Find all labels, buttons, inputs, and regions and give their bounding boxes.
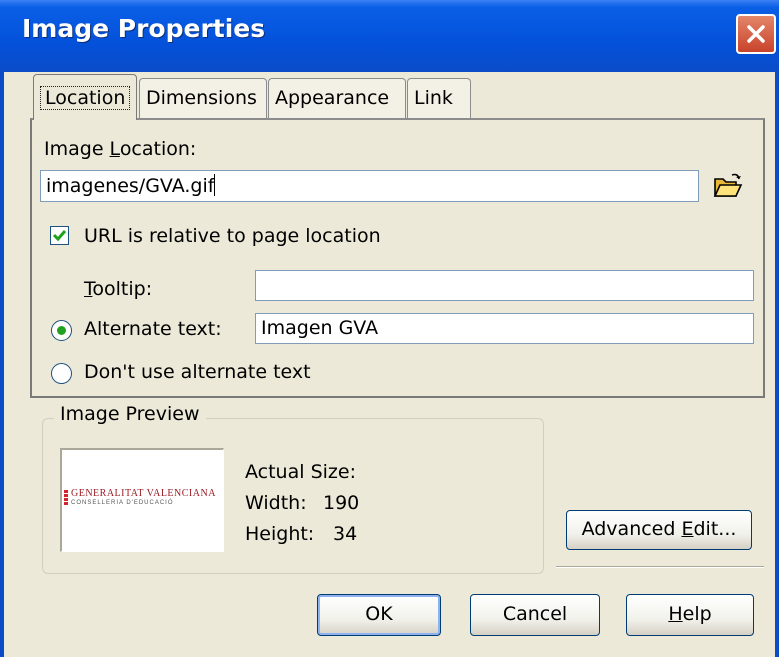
checkmark-icon <box>52 230 67 242</box>
image-location-input[interactable]: imagenes/GVA.gif <box>40 170 699 202</box>
no-alt-text-label: Don't use alternate text <box>84 361 311 383</box>
tab-location[interactable]: Location <box>33 74 137 120</box>
logo-text-bottom: CONSELLERIA D'EDUCACIÓ <box>71 500 174 506</box>
close-button[interactable] <box>736 14 776 54</box>
help-button[interactable]: Help <box>626 594 754 636</box>
separator-line <box>556 566 764 568</box>
tab-dimensions[interactable]: Dimensions <box>139 78 267 118</box>
tab-dimensions-label: Dimensions <box>146 87 257 109</box>
tooltip-label: Tooltip: <box>84 278 153 300</box>
alt-text-label: Alternate text: <box>84 318 222 340</box>
alt-text-radio[interactable] <box>51 320 72 341</box>
open-folder-icon <box>713 173 743 197</box>
actual-size-label: Actual Size: <box>245 461 356 483</box>
image-location-value: imagenes/GVA.gif <box>46 175 215 197</box>
window-title: Image Properties <box>22 14 266 43</box>
tab-appearance-label: Appearance <box>275 87 390 109</box>
ok-button[interactable]: OK <box>317 594 441 636</box>
close-icon <box>747 25 765 43</box>
relative-url-label: URL is relative to page location <box>84 225 381 247</box>
width-label: Width: <box>245 492 307 514</box>
tab-location-label: Location <box>40 86 131 110</box>
title-bar[interactable]: Image Properties <box>0 0 779 72</box>
location-tab-panel <box>30 118 765 398</box>
preview-logo: GENERALITAT VALENCIANA CONSELLERIA D'EDU… <box>64 488 222 512</box>
cancel-button[interactable]: Cancel <box>470 594 600 636</box>
image-properties-dialog: Image Properties Location Dimensions App… <box>0 0 779 657</box>
window-frame-left <box>0 72 4 657</box>
browse-button[interactable] <box>712 170 744 207</box>
advanced-edit-button[interactable]: Advanced Edit... <box>566 510 752 550</box>
width-value: 190 <box>323 492 360 514</box>
alt-text-value: Imagen GVA <box>261 317 379 339</box>
no-alt-text-radio[interactable] <box>51 363 72 384</box>
height-value: 34 <box>333 523 358 545</box>
image-preview-box: GENERALITAT VALENCIANA CONSELLERIA D'EDU… <box>60 448 224 552</box>
tab-link-label: Link <box>414 87 453 109</box>
relative-url-checkbox[interactable] <box>50 226 69 245</box>
alt-text-input[interactable]: Imagen GVA <box>255 313 754 344</box>
height-label: Height: <box>245 523 315 545</box>
image-location-label: Image Location: <box>44 138 197 160</box>
image-preview-title: Image Preview <box>54 403 206 425</box>
tab-appearance[interactable]: Appearance <box>268 78 406 118</box>
logo-text-top: GENERALITAT VALENCIANA <box>71 488 216 499</box>
tab-link[interactable]: Link <box>407 78 471 118</box>
window-frame-right <box>775 72 779 657</box>
tooltip-input[interactable] <box>255 270 754 301</box>
